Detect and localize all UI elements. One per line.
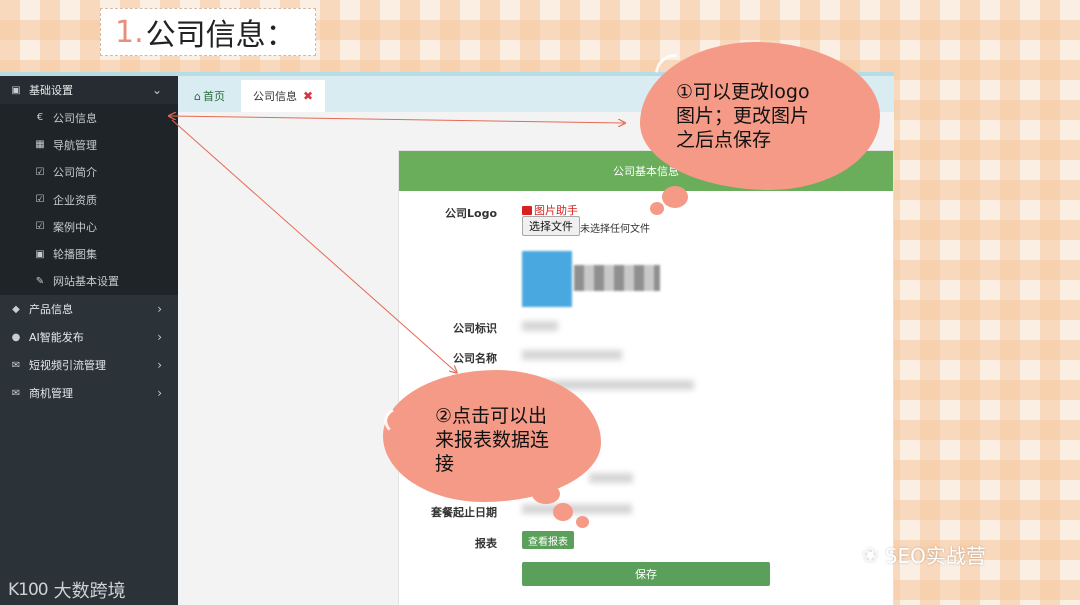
sidebar-group-business[interactable]: ✉ 商机管理 › [0, 379, 178, 407]
company-mark-value [522, 321, 558, 331]
sidebar-item-carousel[interactable]: ▣ 轮播图集 [0, 240, 178, 268]
sidebar: ▣ 基础设置 ⌄ € 公司信息 ▦ 导航管理 ☑ 公司简介 ☑ 企业资质 ☑ 案… [0, 76, 178, 605]
callout-one-tail [650, 202, 664, 215]
view-report-button[interactable]: 查看报表 [522, 531, 574, 549]
report-label: 报表 [475, 537, 497, 550]
sidebar-item-company-profile[interactable]: ☑ 公司简介 [0, 158, 178, 186]
sidebar-group-label: 商机管理 [29, 387, 73, 401]
choose-file-button[interactable]: 选择文件 [522, 216, 580, 236]
chevron-right-icon: › [157, 358, 162, 373]
package-dates-value [522, 504, 632, 514]
sidebar-group-label: 产品信息 [29, 303, 73, 317]
mail-icon: ✉ [11, 387, 21, 399]
grid-icon: ▦ [35, 139, 45, 151]
brand-text: 大数跨境 [53, 581, 126, 602]
slide-title: 1. 公司信息： [100, 8, 316, 56]
callout-one-line: 图片；更改图片 [676, 105, 810, 127]
callout-two-line: 来报表数据连 [435, 429, 550, 451]
sidebar-item-label: 网站基本设置 [53, 275, 119, 289]
chevron-right-icon: › [157, 386, 162, 401]
tab-home[interactable]: ⌂ 首页 [184, 80, 235, 112]
sidebar-item-label: 企业资质 [53, 193, 97, 207]
callout-two-line: 接 [435, 453, 455, 475]
sidebar-item-cases[interactable]: ☑ 案例中心 [0, 213, 178, 241]
company-name-value [522, 350, 622, 360]
sidebar-item-navigation[interactable]: ▦ 导航管理 [0, 131, 178, 159]
sidebar-group-label: 短视频引流管理 [29, 359, 106, 373]
brand-mark: K100 [8, 580, 49, 600]
file-status: 未选择任何文件 [580, 224, 650, 235]
slide-title-text: 公司信息： [145, 18, 296, 53]
sidebar-item-label: 公司信息 [53, 111, 97, 125]
callout-one-line: 之后点保存 [676, 129, 772, 151]
save-button[interactable]: 保存 [522, 562, 770, 586]
sidebar-item-label: 公司简介 [53, 166, 97, 180]
callout-one-line: ①可以更改logo [676, 81, 810, 103]
picture-icon [522, 205, 532, 215]
sidebar-item-qualifications[interactable]: ☑ 企业资质 [0, 185, 178, 214]
callout-two-tail [576, 516, 589, 528]
company-name-label: 公司名称 [453, 352, 497, 365]
edit-icon: ☑ [35, 221, 45, 233]
callout-two-tail [553, 503, 573, 521]
tag-icon: ◆ [12, 303, 20, 315]
logo-preview-image [522, 251, 662, 307]
mail-icon: ✉ [11, 359, 21, 371]
sidebar-group-label: AI智能发布 [29, 331, 84, 345]
callout-two-tail [532, 484, 560, 504]
brand-logo: K100 大数跨境 [8, 577, 126, 603]
image-icon: ▣ [35, 248, 45, 260]
close-icon[interactable]: ✖ [303, 89, 313, 103]
package-dates-label: 套餐起止日期 [431, 506, 497, 519]
wechat-icon: ❀ [862, 542, 879, 567]
euro-icon: € [36, 112, 44, 124]
logo-label: 公司Logo [445, 207, 497, 220]
chevron-down-icon: ⌄ [151, 83, 162, 97]
location-icon: ● [11, 331, 21, 343]
tab-company-info[interactable]: 公司信息 ✖ [240, 80, 326, 112]
slide-title-number: 1. [115, 14, 144, 50]
sidebar-item-company-info[interactable]: € 公司信息 [0, 104, 178, 132]
watermark-text: SEO实战营 [884, 544, 986, 568]
tab-label: 首页 [202, 90, 225, 103]
home-icon: ⌂ [194, 89, 201, 103]
sidebar-item-label: 轮播图集 [53, 248, 97, 262]
pencil-icon: ✎ [35, 275, 45, 287]
edit-icon: ☑ [35, 166, 45, 178]
watermark: ❀ SEO实战营 [862, 540, 986, 569]
callout-two-line: ②点击可以出 [435, 405, 548, 427]
sidebar-group-basic-settings[interactable]: ▣ 基础设置 ⌄ [0, 76, 178, 104]
sidebar-item-label: 导航管理 [53, 138, 97, 152]
chevron-right-icon: › [157, 330, 162, 345]
sidebar-item-site-settings[interactable]: ✎ 网站基本设置 [0, 267, 178, 296]
sidebar-group-short-video[interactable]: ✉ 短视频引流管理 › [0, 351, 178, 379]
sidebar-item-label: 案例中心 [53, 220, 97, 234]
sidebar-group-ai-publish[interactable]: ● AI智能发布 › [0, 323, 178, 351]
sidebar-group-label: 基础设置 [29, 84, 73, 97]
settings-icon: ▣ [11, 84, 21, 96]
callout-one-tail [662, 186, 688, 208]
sidebar-group-products[interactable]: ◆ 产品信息 › [0, 295, 178, 323]
company-mark-label: 公司标识 [453, 322, 497, 335]
tab-label: 公司信息 [252, 90, 297, 103]
chevron-right-icon: › [157, 302, 162, 317]
edit-icon: ☑ [35, 194, 45, 206]
